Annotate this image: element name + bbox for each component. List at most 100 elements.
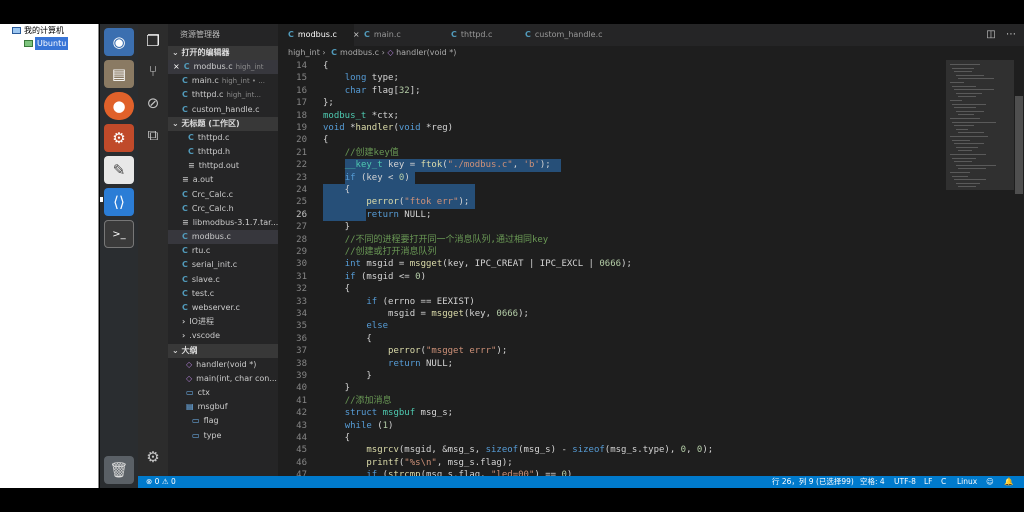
outline-header[interactable]: ⌄ 大纲 [168, 343, 278, 358]
code-line[interactable]: 20 { [278, 134, 946, 146]
code-line[interactable]: 43 while (1) [278, 420, 946, 432]
workspace-header[interactable]: ⌄ 无标题 (工作区) [168, 116, 278, 131]
code-line[interactable]: 36 { [278, 333, 946, 345]
code-line[interactable]: 46 printf("%s\n", msg_s.flag); [278, 457, 946, 469]
file-tree-item[interactable]: Cmodbus.c [168, 230, 278, 245]
outline-item[interactable]: ▭ flag [168, 414, 278, 428]
code-line[interactable]: 32 { [278, 283, 946, 295]
outline-item[interactable]: ▭ ctx [168, 386, 278, 400]
file-tree-item[interactable]: C Crc_Calc.c [168, 188, 278, 202]
code-line[interactable]: 42 struct msgbuf msg_s; [278, 407, 946, 419]
ubuntu-dash-icon[interactable]: ◉ [104, 28, 134, 56]
code-line[interactable]: 28 //不同的进程要打开同一个消息队列,通过相同key [278, 234, 946, 246]
code-line[interactable]: 18 modbus_t *ctx; [278, 110, 946, 122]
code-line[interactable]: 29 //创建或打开消息队列 [278, 246, 946, 258]
more-actions-icon[interactable]: ⋯ [1004, 28, 1018, 42]
code-line[interactable]: 21 //创建key值 [278, 147, 946, 159]
split-editor-icon[interactable]: ◫ [984, 28, 998, 42]
code-line[interactable]: 30 int msgid = msgget(key, IPC_CREAT | I… [278, 258, 946, 270]
breadcrumb-file[interactable]: modbus.c [340, 48, 379, 57]
tab-modbus-c[interactable]: Cmodbus.c × [278, 24, 360, 46]
breadcrumb-symbol[interactable]: handler(void *) [396, 48, 456, 57]
code-line[interactable]: 25 perror("ftok err"); [278, 196, 946, 208]
open-editor-item[interactable]: Cthttpd.c high_int... [168, 88, 278, 102]
editor-scrollbar[interactable] [1014, 60, 1024, 476]
extensions-icon[interactable]: ⧉ [144, 126, 162, 144]
outline-item[interactable]: ▭ type [168, 429, 278, 443]
file-tree-item[interactable]: Cthttpd.h [168, 145, 278, 159]
file-tree-item[interactable]: Cwebserver.c [168, 301, 278, 315]
code-line[interactable]: 39 } [278, 370, 946, 382]
text-editor-icon[interactable]: ✎ [104, 156, 134, 184]
file-tree-item[interactable]: Crtu.c [168, 244, 278, 258]
explorer-icon[interactable]: ❐ [144, 32, 162, 50]
vscode-icon[interactable]: ⟨⟩ [104, 188, 134, 216]
code-line[interactable]: 34 msgid = msgget(key, 0666); [278, 308, 946, 320]
code-line[interactable]: 33 if (errno == EEXIST) [278, 296, 946, 308]
file-tree-item[interactable]: C Crc_Calc.h [168, 202, 278, 216]
files-icon[interactable]: ▤ [104, 60, 134, 88]
code-line[interactable]: 38 return NULL; [278, 358, 946, 370]
open-editor-item[interactable]: Cmain.c high_int • ... [168, 74, 278, 88]
code-line[interactable]: 26 return NULL; [278, 209, 946, 221]
breadcrumb-folder[interactable]: high_int [288, 48, 320, 57]
code-line[interactable]: 27 } [278, 221, 946, 233]
file-tree-item[interactable]: ≡ libmodbus-3.1.7.tar... [168, 216, 278, 230]
code-line[interactable]: 15 long type; [278, 72, 946, 84]
cursor-position[interactable]: 行 26，列 9 (已选择99) [772, 476, 854, 488]
vm-tree-root[interactable]: 我的计算机 [0, 24, 98, 37]
outline-item[interactable]: ▤ msgbuf [168, 400, 278, 414]
code-line[interactable]: 41 //添加消息 [278, 395, 946, 407]
file-tree-item[interactable]: › IO进程 [168, 315, 278, 329]
code-line[interactable]: 35 else [278, 320, 946, 332]
tab-thttpd-c[interactable]: Cthttpd.c [441, 24, 515, 46]
scrollbar-thumb[interactable] [1015, 96, 1023, 194]
minimap[interactable] [946, 60, 1014, 476]
code-line[interactable]: 17}; [278, 97, 946, 109]
feedback-icon[interactable]: ☺ [986, 476, 994, 488]
outline-item[interactable]: ◇ handler(void *) [168, 358, 278, 372]
settings-gear-icon[interactable]: ⚙ [144, 448, 162, 466]
code-editor[interactable]: 14{15 long type; 16 char flag[32]; 17}; 18 m… [278, 60, 946, 476]
code-line[interactable]: 44 { [278, 432, 946, 444]
file-tree-item[interactable]: Cserial_init.c [168, 258, 278, 272]
language-status[interactable]: C [941, 476, 946, 488]
firefox-icon[interactable]: ● [104, 92, 134, 120]
file-tree-item[interactable]: Cthttpd.c [168, 131, 278, 145]
file-tree-item[interactable]: ≡ a.out [168, 173, 278, 187]
close-editor-icon[interactable]: × [173, 62, 180, 71]
tab-main-c[interactable]: Cmain.c [354, 24, 441, 46]
outline-item[interactable]: ◇ main(int, char con... [168, 372, 278, 386]
file-tree-item[interactable]: Ctest.c [168, 287, 278, 301]
notifications-bell-icon[interactable]: 🔔 [1004, 476, 1013, 488]
terminal-icon[interactable]: >_ [104, 220, 134, 248]
problems-status[interactable]: ⊗ 0 ⚠ 0 [146, 476, 176, 488]
code-line[interactable]: 31 if (msgid <= 0) [278, 271, 946, 283]
eol-status[interactable]: LF [924, 476, 933, 488]
code-line[interactable]: 22 __key_t key = ftok("./modbus.c", 'b')… [278, 159, 946, 171]
code-line[interactable]: 24 { [278, 184, 946, 196]
open-editor-item[interactable]: Ccustom_handle.c [168, 103, 278, 117]
code-line[interactable]: 45 msgrcv(msgid, &msg_s, sizeof(msg_s) -… [278, 444, 946, 456]
indentation-status[interactable]: 空格: 4 [860, 476, 885, 488]
open-editor-item[interactable]: × Cmodbus.c high_int [168, 60, 278, 75]
system-settings-icon[interactable]: ⚙ [104, 124, 134, 152]
code-line[interactable]: 16 char flag[32]; [278, 85, 946, 97]
trash-icon[interactable]: 🗑 [104, 456, 134, 484]
debug-icon[interactable]: ⊘ [144, 94, 162, 112]
file-tree-item[interactable]: › .vscode [168, 329, 278, 343]
code-line[interactable]: 40 } [278, 382, 946, 394]
open-editors-header[interactable]: ⌄ 打开的编辑器 [168, 46, 278, 60]
file-tree-item[interactable]: Cslave.c [168, 273, 278, 287]
code-line[interactable]: 37 perror("msgget errr"); [278, 345, 946, 357]
code-line[interactable]: 47 if (strcmp(msg_s.flag, "led=00") == 0… [278, 469, 946, 476]
code-line[interactable]: 23 if (key < 0) [278, 172, 946, 184]
encoding-status[interactable]: UTF-8 [894, 476, 916, 488]
file-tree-item[interactable]: ≡ thttpd.out [168, 159, 278, 173]
tab-custom-handle-c[interactable]: Ccustom_handle.c [515, 24, 615, 46]
code-line[interactable]: 14 { [278, 60, 946, 72]
platform-status[interactable]: Linux [957, 476, 977, 488]
source-control-icon[interactable]: ⑂ [144, 62, 162, 80]
code-line[interactable]: 19 void *handler(void *reg) [278, 122, 946, 134]
vm-tree-ubuntu[interactable]: Ubuntu [0, 37, 98, 50]
